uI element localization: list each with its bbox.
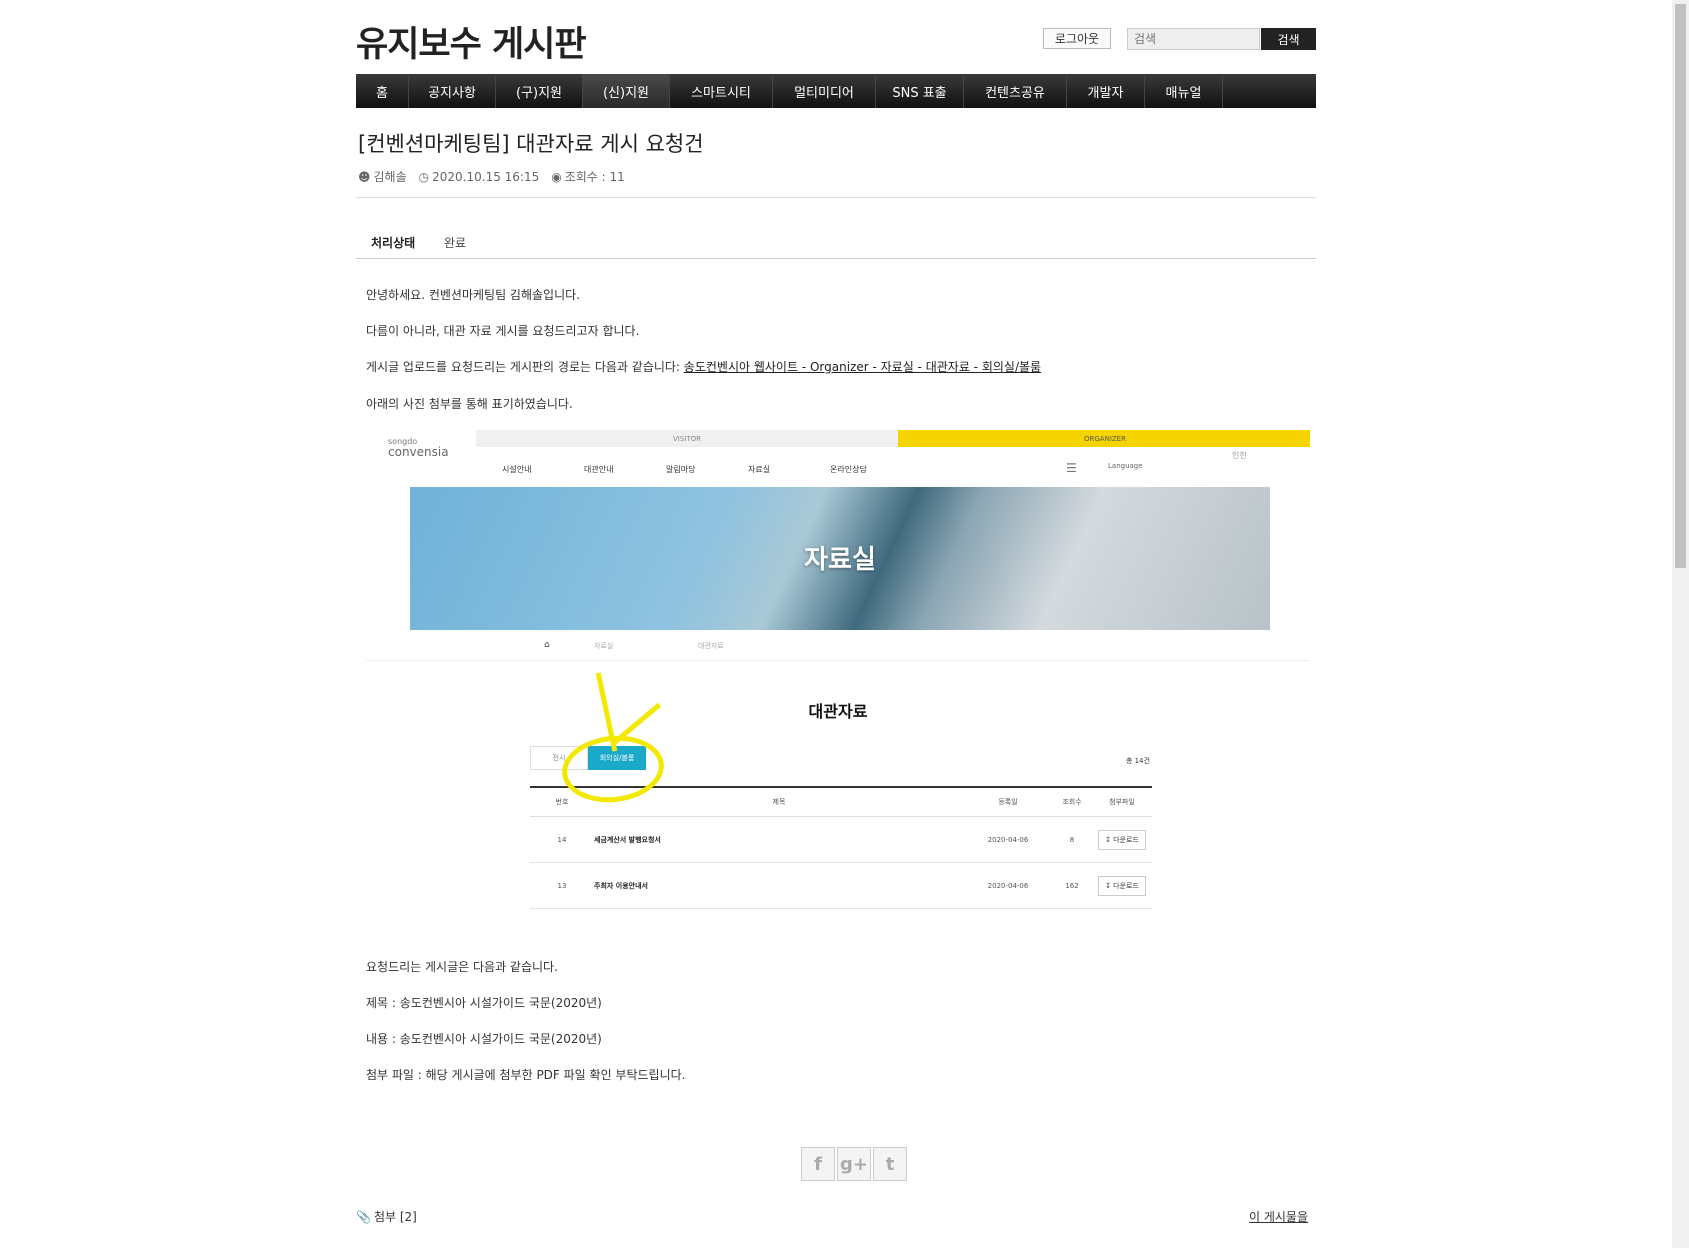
nav-item[interactable]: 스마트시티: [670, 74, 773, 108]
fig-cell: ↧ 다운로드: [1092, 829, 1152, 850]
post-paragraph: 게시글 업로드를 요청드리는 게시판의 경로는 다음과 같습니다: 송도컨벤시아…: [366, 360, 1042, 374]
attached-screenshot: VISITOR ORGANIZER songdo convensia 시설안내대…: [366, 426, 1310, 918]
nav-item[interactable]: 멀티미디어: [773, 74, 876, 108]
post-views: ◉ 조회수 : 11: [551, 169, 625, 185]
fig-menu: 시설안내 대관안내 알림마당 자료실 온라인상담: [502, 464, 912, 475]
fig-topbar: VISITOR ORGANIZER: [476, 430, 1310, 447]
fig-crumb: 자료실: [594, 642, 614, 650]
search-input[interactable]: [1127, 28, 1260, 50]
fig-col: 조회수: [1062, 798, 1082, 806]
google-plus-icon[interactable]: g+: [837, 1147, 871, 1181]
fig-cell: 162: [1065, 881, 1079, 890]
fig-section-title: 대관자료: [808, 702, 868, 721]
attachment-icon: 📎: [356, 1209, 371, 1224]
fig-menu-item: 알림마당: [666, 465, 696, 474]
twitter-icon[interactable]: t: [873, 1147, 907, 1181]
nav-item[interactable]: (신)지원: [583, 74, 670, 108]
fig-menu-item: 자료실: [748, 465, 771, 474]
divider: [356, 197, 1316, 198]
fig-total: 총 14건: [1126, 757, 1151, 765]
fig-table-row: 14 세금계산서 발행요청서 2020-04-06 8 ↧ 다운로드: [530, 817, 1152, 863]
main-nav: 홈 공지사항 (구)지원 (신)지원 스마트시티 멀티미디어 SNS 표출 컨텐츠공유 개발자 매…: [356, 74, 1316, 108]
post-paragraph: 요청드리는 게시글은 다음과 같습니다.: [366, 960, 558, 974]
status-label: 처리상태: [371, 236, 416, 250]
user-icon: ☻: [358, 169, 371, 184]
attachment-toggle[interactable]: 📎 첨부 [2]: [356, 1208, 417, 1225]
post-author: ☻ 김해솔: [358, 169, 407, 185]
nav-item[interactable]: 매뉴얼: [1145, 74, 1223, 108]
fig-menu-item: 온라인상담: [830, 465, 867, 474]
fig-hero-banner: 자료실: [410, 487, 1270, 630]
path-link[interactable]: 송도컨벤시아 웹사이트 - Organizer - 자료실 - 대관자료 - 회…: [684, 360, 1041, 374]
logout-button[interactable]: 로그아웃: [1043, 28, 1111, 49]
fig-cell: 2020-04-06: [987, 835, 1029, 844]
nav-item[interactable]: 컨텐츠공유: [964, 74, 1067, 108]
scrollbar-thumb[interactable]: [1675, 4, 1686, 568]
download-icon: ↧ 다운로드: [1098, 875, 1146, 896]
post-paragraph: 내용 : 송도컨벤시아 시설가이드 국문(2020년): [366, 1032, 602, 1046]
post-paragraph: 아래의 사진 첨부를 통해 표기하였습니다.: [366, 397, 573, 411]
hamburger-icon: ☰: [1066, 461, 1077, 475]
fig-cell: 세금계산서 발행요청서: [594, 835, 661, 844]
post-paragraph: 제목 : 송도컨벤시아 시설가이드 국문(2020년): [366, 996, 602, 1010]
download-icon: ↧ 다운로드: [1098, 829, 1146, 850]
nav-item[interactable]: (구)지원: [496, 74, 583, 108]
post-paragraph: 첨부 파일 : 해당 게시글에 첨부한 PDF 파일 확인 부탁드립니다.: [366, 1068, 686, 1082]
fig-menu-item: 시설안내: [502, 465, 532, 474]
fig-cell: 14: [557, 835, 567, 844]
fig-organizer-tab: ORGANIZER: [898, 430, 1310, 447]
fig-menu-item: 대관안내: [584, 465, 614, 474]
scrollbar[interactable]: [1672, 0, 1689, 1248]
fig-visitor-tab: VISITOR: [476, 430, 898, 447]
convensia-logo: songdo convensia: [388, 437, 449, 459]
facebook-icon[interactable]: f: [801, 1147, 835, 1181]
post-paragraph: 다름이 아니라, 대관 자료 게시를 요청드리고자 합니다.: [366, 324, 640, 338]
status-row: 처리상태 완료: [356, 228, 1316, 259]
search-button[interactable]: 검색: [1261, 28, 1316, 50]
this-post-link[interactable]: 이 게시물을: [1249, 1208, 1308, 1225]
fig-table: 번호 제목 등록일 조회수 첨부파일 14 세금계산서 발행요청서 2020-0…: [530, 786, 1152, 909]
post-datetime: ◷ 2020.10.15 16:15: [418, 169, 540, 184]
eye-icon: ◉: [551, 169, 562, 184]
clock-icon: ◷: [418, 169, 430, 184]
social-share: f g+ t: [801, 1147, 907, 1181]
fig-col: 등록일: [998, 798, 1018, 806]
nav-item[interactable]: 공지사항: [409, 74, 496, 108]
fig-cell: 8: [1069, 835, 1075, 844]
fig-table-row: 13 주최자 이용안내서 2020-04-06 162 ↧ 다운로드: [530, 863, 1152, 909]
status-value: 완료: [444, 236, 467, 250]
incheon-logo: 인천: [1232, 451, 1247, 460]
post-meta: ☻ 김해솔 ◷ 2020.10.15 16:15 ◉ 조회수 : 11: [358, 168, 625, 185]
post-paragraph: 안녕하세요. 컨벤션마케팅팀 김해솔입니다.: [366, 288, 580, 302]
post-title: [컨벤션마케팅팀] 대관자료 게시 요청건: [358, 132, 704, 156]
fig-crumb: 대관자료: [698, 642, 724, 650]
fig-language: Language: [1108, 462, 1143, 470]
site-title: 유지보수 게시판: [356, 25, 587, 65]
nav-item[interactable]: SNS 표출: [876, 74, 964, 108]
fig-cell: 13: [557, 881, 567, 890]
fig-cell: 2020-04-06: [987, 881, 1029, 890]
fig-hero-title: 자료실: [804, 545, 876, 575]
fig-col: 첨부파일: [1109, 798, 1135, 806]
nav-item[interactable]: 홈: [356, 74, 409, 108]
fig-cell: 주최자 이용안내서: [594, 881, 648, 890]
fig-col: 제목: [772, 798, 786, 806]
fig-cell: ↧ 다운로드: [1092, 875, 1152, 896]
home-icon: ⌂: [544, 640, 550, 650]
fig-breadcrumb: ⌂ 자료실 대관자료: [366, 630, 1310, 661]
nav-item[interactable]: 개발자: [1067, 74, 1145, 108]
